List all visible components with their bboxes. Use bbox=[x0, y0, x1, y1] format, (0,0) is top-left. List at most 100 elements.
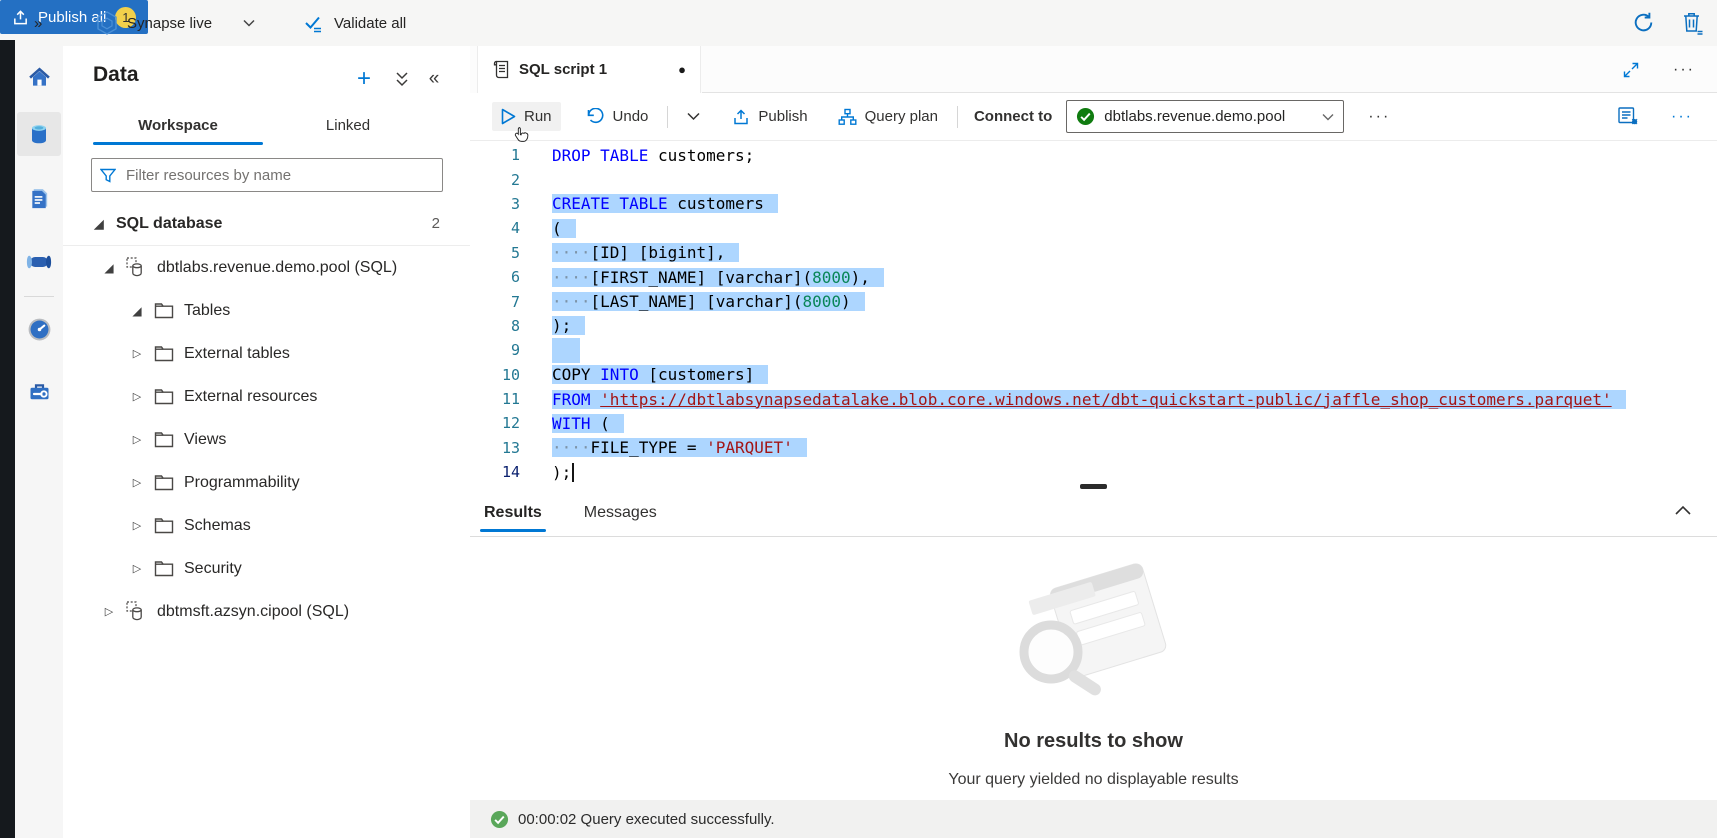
code-line-text: CREATE TABLE customers bbox=[552, 194, 778, 213]
folder-icon bbox=[154, 517, 174, 534]
toolbar-more-icon[interactable]: ··· bbox=[1362, 104, 1396, 130]
tree-item-label: Tables bbox=[184, 302, 230, 320]
tree-item[interactable]: ◢dbtlabs.revenue.demo.pool (SQL) bbox=[63, 246, 470, 289]
mode-label: Synapse live bbox=[127, 15, 212, 32]
tree-collapsed-icon[interactable]: ▷ bbox=[129, 519, 145, 532]
tree-expanded-icon[interactable]: ◢ bbox=[101, 261, 117, 275]
publish-button[interactable]: Publish bbox=[723, 102, 816, 132]
connect-to-dropdown[interactable]: dbtlabs.revenue.demo.pool bbox=[1066, 100, 1344, 133]
editor-more-icon[interactable]: ··· bbox=[1665, 104, 1699, 130]
tree-item[interactable]: ▷External resources bbox=[63, 375, 470, 418]
tab-more-icon[interactable]: ··· bbox=[1667, 57, 1701, 83]
code-line[interactable]: 5····[ID] [bigint], bbox=[470, 241, 1717, 265]
tree-item[interactable]: ◢SQL database2 bbox=[63, 202, 470, 246]
sql-code-editor[interactable]: 1DROP TABLE customers; 2 3CREATE TABLE cus… bbox=[470, 140, 1717, 489]
code-line[interactable]: 4( bbox=[470, 216, 1717, 240]
code-line-text: ); bbox=[552, 463, 574, 482]
code-line[interactable]: 1DROP TABLE customers; bbox=[470, 143, 1717, 167]
tree-item[interactable]: ▷Schemas bbox=[63, 504, 470, 547]
query-plan-label: Query plan bbox=[865, 108, 938, 125]
nav-develop-icon[interactable] bbox=[17, 176, 61, 220]
selected-pool: dbtlabs.revenue.demo.pool bbox=[1104, 108, 1313, 125]
filter-resources-input[interactable] bbox=[124, 166, 434, 185]
tree-item[interactable]: ◢ Tables bbox=[63, 289, 470, 332]
nav-home-icon[interactable] bbox=[17, 56, 61, 100]
code-line-text: ····[FIRST_NAME] [varchar](8000), bbox=[552, 268, 884, 287]
tree-item-label: dbtmsft.azsyn.cipool (SQL) bbox=[157, 603, 349, 621]
code-line[interactable]: 8); bbox=[470, 314, 1717, 338]
nav-monitor-icon[interactable] bbox=[17, 307, 61, 351]
activity-bar bbox=[15, 46, 63, 838]
undo-button[interactable]: Undo bbox=[577, 102, 658, 131]
mode-selector[interactable]: Synapse live bbox=[96, 0, 255, 46]
code-line[interactable]: 13····FILE_TYPE = 'PARQUET' bbox=[470, 436, 1717, 460]
tree-collapsed-icon[interactable]: ▷ bbox=[129, 476, 145, 489]
tree-item[interactable]: ▷Views bbox=[63, 418, 470, 461]
query-plan-button[interactable]: Query plan bbox=[829, 102, 947, 132]
collapse-results-chevron-icon[interactable] bbox=[1675, 505, 1691, 515]
tree-item[interactable]: ▷ Programmability bbox=[63, 461, 470, 504]
tab-linked[interactable]: Linked bbox=[293, 108, 403, 142]
run-label: Run bbox=[524, 108, 552, 125]
tab-sql-script[interactable]: SQL script 1 ● bbox=[477, 46, 701, 93]
tab-workspace[interactable]: Workspace bbox=[93, 108, 263, 142]
chevron-down-icon bbox=[243, 19, 255, 27]
properties-icon[interactable] bbox=[1618, 107, 1639, 126]
results-tab-bar: Results Messages bbox=[470, 490, 1717, 537]
code-line[interactable]: 3CREATE TABLE customers bbox=[470, 192, 1717, 216]
publish-label: Publish bbox=[758, 108, 807, 125]
tree-item-label: Security bbox=[184, 560, 242, 578]
tree-item[interactable]: ▷ Security bbox=[63, 547, 470, 590]
tree-item[interactable]: ▷External tables bbox=[63, 332, 470, 375]
tree-collapsed-icon[interactable]: ▷ bbox=[129, 347, 145, 360]
code-line[interactable]: 11FROM 'https://dbtlabsynapsedatalake.bl… bbox=[470, 387, 1717, 411]
document-title: SQL script 1 bbox=[519, 61, 607, 78]
code-line[interactable]: 6····[FIRST_NAME] [varchar](8000), bbox=[470, 265, 1717, 289]
code-line[interactable]: 2 bbox=[470, 167, 1717, 191]
folder-icon bbox=[154, 345, 174, 362]
nav-integrate-icon[interactable] bbox=[17, 240, 61, 284]
top-command-bar: » Synapse live Validate all bbox=[0, 0, 1717, 47]
refresh-icon[interactable] bbox=[1632, 11, 1655, 34]
publish-icon bbox=[732, 108, 750, 126]
tree-expanded-icon[interactable]: ◢ bbox=[91, 217, 107, 231]
line-number: 2 bbox=[470, 171, 520, 189]
window-edge bbox=[0, 40, 15, 838]
tree-item[interactable]: ▷ dbtmsft.azsyn.cipool (SQL) bbox=[63, 590, 470, 633]
discard-trash-icon[interactable] bbox=[1682, 11, 1704, 35]
tree-item-label: Programmability bbox=[184, 474, 300, 492]
collapse-all-icon[interactable] bbox=[389, 66, 415, 92]
pane-resize-handle[interactable] bbox=[1080, 484, 1107, 489]
resource-tree: ◢SQL database2◢dbtlabs.revenue.demo.pool… bbox=[63, 202, 470, 633]
tree-collapsed-icon[interactable]: ▷ bbox=[129, 433, 145, 446]
code-line[interactable]: 14); bbox=[470, 460, 1717, 484]
add-resource-icon[interactable]: + bbox=[351, 66, 377, 92]
run-button[interactable]: Run bbox=[492, 102, 561, 131]
tree-collapsed-icon[interactable]: ▷ bbox=[101, 605, 117, 618]
nav-manage-icon[interactable] bbox=[17, 370, 61, 414]
code-line-text: ( bbox=[552, 219, 576, 238]
dropdown-chevron-icon bbox=[1322, 113, 1334, 121]
tab-results[interactable]: Results bbox=[482, 492, 544, 534]
query-plan-icon bbox=[838, 108, 857, 126]
empty-results-state: No results to show Your query yielded no… bbox=[470, 536, 1717, 800]
rail-divider bbox=[24, 296, 54, 297]
code-line[interactable]: 12WITH ( bbox=[470, 411, 1717, 435]
active-tab-underline bbox=[93, 142, 263, 145]
nav-data-icon[interactable] bbox=[17, 112, 61, 156]
line-number: 14 bbox=[470, 463, 520, 481]
tree-collapsed-icon[interactable]: ▷ bbox=[129, 390, 145, 403]
run-options-chevron-icon[interactable] bbox=[678, 106, 709, 127]
line-number: 5 bbox=[470, 244, 520, 262]
tree-expanded-icon[interactable]: ◢ bbox=[129, 304, 145, 318]
expand-editor-icon[interactable] bbox=[1623, 62, 1639, 78]
expand-nav-icon[interactable]: » bbox=[34, 0, 42, 46]
tab-messages[interactable]: Messages bbox=[582, 492, 659, 534]
collapse-panel-icon[interactable]: « bbox=[421, 66, 447, 92]
code-line[interactable]: 9 bbox=[470, 338, 1717, 362]
code-line-text: ····FILE_TYPE = 'PARQUET' bbox=[552, 438, 807, 457]
code-line[interactable]: 7····[LAST_NAME] [varchar](8000) bbox=[470, 289, 1717, 313]
code-line[interactable]: 10COPY INTO [customers] bbox=[470, 363, 1717, 387]
validate-all-button[interactable]: Validate all bbox=[303, 0, 406, 46]
tree-collapsed-icon[interactable]: ▷ bbox=[129, 562, 145, 575]
